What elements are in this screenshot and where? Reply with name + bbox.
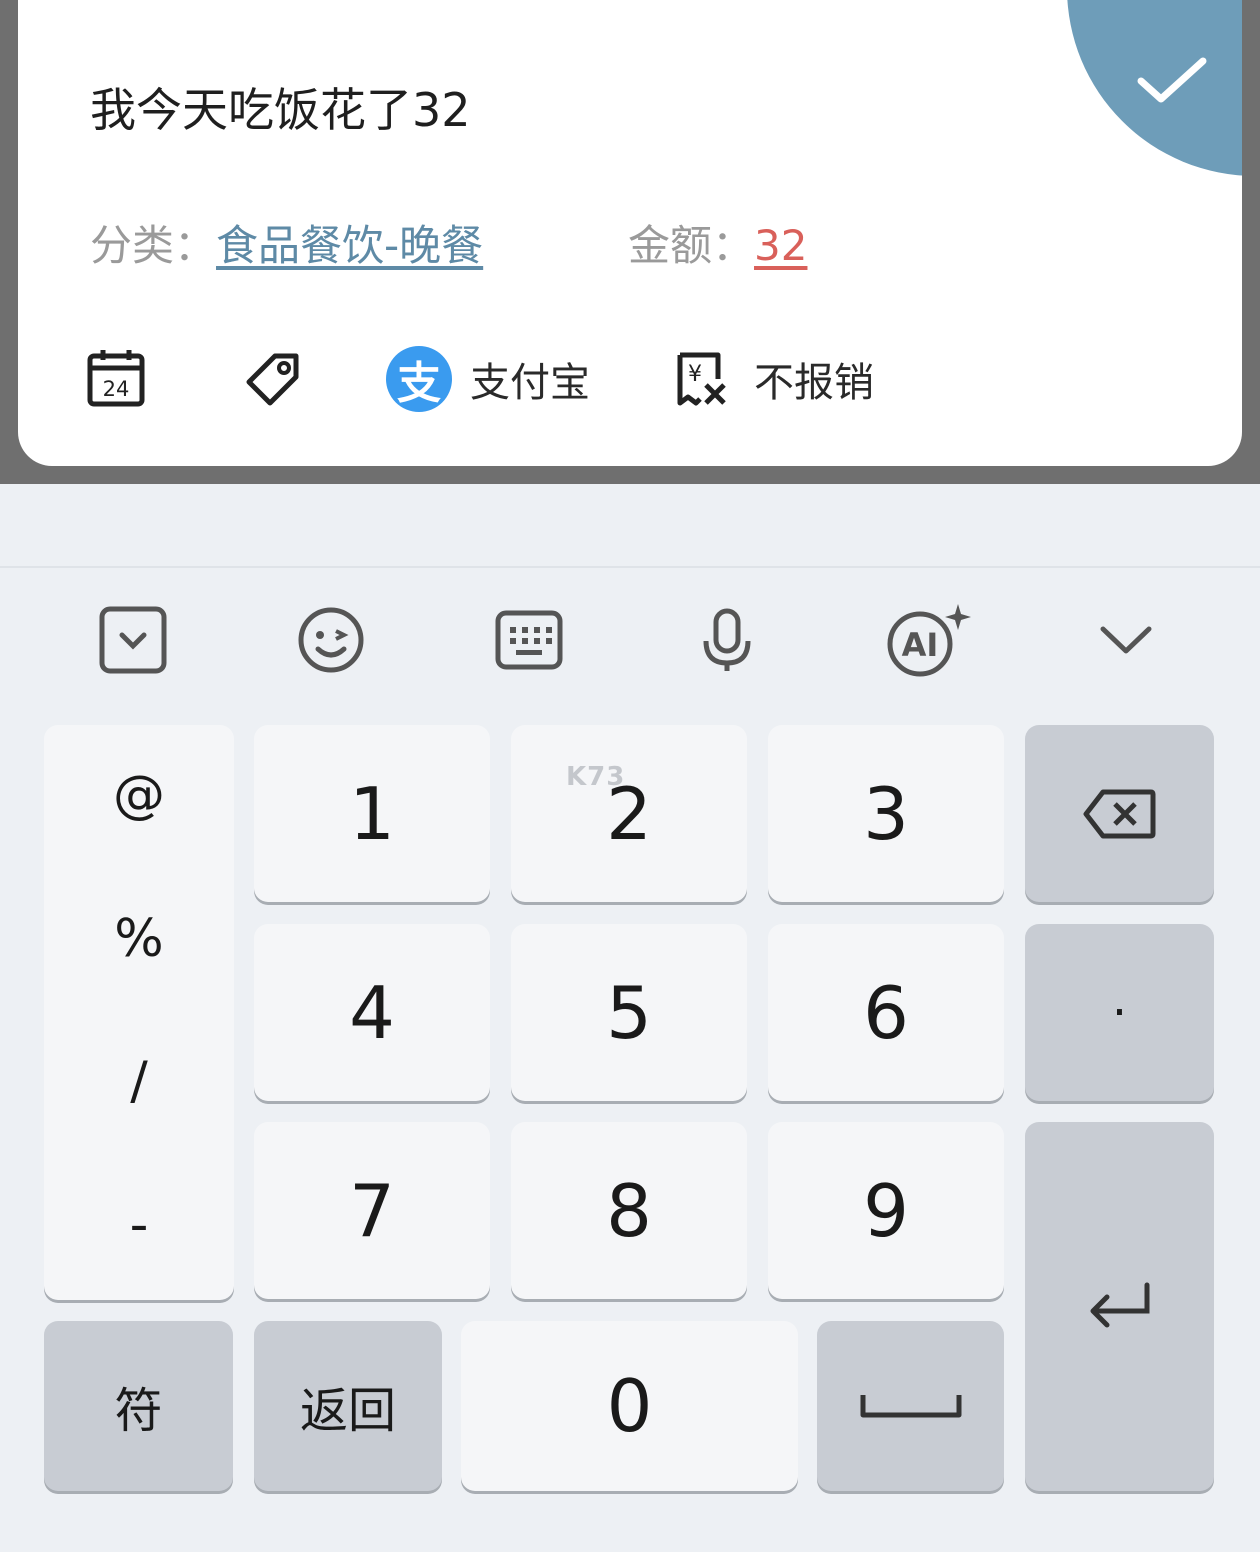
dot-key[interactable]: · [1025,924,1214,1101]
key-8[interactable]: 8 [511,1122,747,1299]
space-key[interactable] [817,1321,1004,1491]
date-button[interactable]: 24 [86,348,146,408]
watermark-logo: K73 [566,762,626,792]
backspace-key[interactable] [1025,725,1214,902]
back-key[interactable]: 返回 [254,1321,442,1491]
symbols-key[interactable]: 符 [44,1321,233,1491]
kb-collapse-button[interactable] [93,600,173,680]
collapse-box-icon [99,606,167,674]
key-2[interactable]: 2 [511,725,747,902]
voice-button[interactable] [687,600,767,680]
payment-method-label: 支付宝 [470,360,590,406]
emoji-button[interactable] [291,600,371,680]
calendar-icon: 24 [87,350,145,407]
reimburse-button[interactable]: ¥ 不报销 [674,350,874,408]
symbol-key-percent[interactable]: % [44,909,234,969]
key-3[interactable]: 3 [768,725,1004,902]
ai-button[interactable]: AI [880,600,976,680]
category-row: 分类：食品餐饮-晚餐 [90,212,483,273]
enter-key[interactable] [1025,1122,1214,1491]
key-4[interactable]: 4 [254,924,490,1101]
no-reimburse-icon: ¥ [677,352,726,406]
keyboard-switch-button[interactable] [489,600,569,680]
amount-link[interactable]: 32 [754,221,807,270]
tag-button[interactable] [242,350,302,410]
key-5[interactable]: 5 [511,924,747,1101]
space-bar-icon [860,1395,961,1418]
hide-keyboard-button[interactable] [1086,600,1166,680]
key-7[interactable]: 7 [254,1122,490,1299]
backspace-icon [1083,789,1155,838]
key-9[interactable]: 9 [768,1122,1004,1299]
keyboard-divider [0,566,1260,568]
key-1[interactable]: 1 [254,725,490,902]
symbol-key-at[interactable]: @ [44,765,234,825]
key-0[interactable]: 0 [461,1321,798,1491]
tag-icon [246,353,299,406]
amount-label: 金额： [628,221,755,270]
key-6[interactable]: 6 [768,924,1004,1101]
keyboard-icon [495,610,563,670]
category-label: 分类： [90,221,217,270]
payment-method-button[interactable]: 支 支付宝 [386,346,590,412]
microphone-icon [703,608,751,671]
symbol-key-dash[interactable]: - [44,1195,234,1255]
amount-row: 金额：32 [628,212,807,273]
svg-text:¥: ¥ [688,362,702,387]
emoji-icon [298,607,364,673]
symbol-key-slash[interactable]: / [44,1051,234,1111]
ai-text: AI [902,626,939,664]
checkmark-icon [1137,57,1207,103]
chevron-down-icon [1100,626,1152,654]
reimburse-label: 不报销 [754,360,874,406]
enter-arrow-icon [1090,1282,1149,1327]
calendar-day-text: 24 [103,377,130,401]
entry-card: 我今天吃饭花了32 分类：食品餐饮-晚餐 金额：32 24 支 支付宝 ¥ 不报… [18,0,1242,466]
category-link[interactable]: 食品餐饮-晚餐 [216,221,483,270]
entry-input-text[interactable]: 我今天吃饭花了32 [90,74,471,140]
ai-sparkle-icon: AI [887,604,971,677]
symbol-column: @ % / - [44,725,234,1300]
alipay-icon: 支 [386,346,452,412]
confirm-button[interactable] [1067,0,1242,176]
